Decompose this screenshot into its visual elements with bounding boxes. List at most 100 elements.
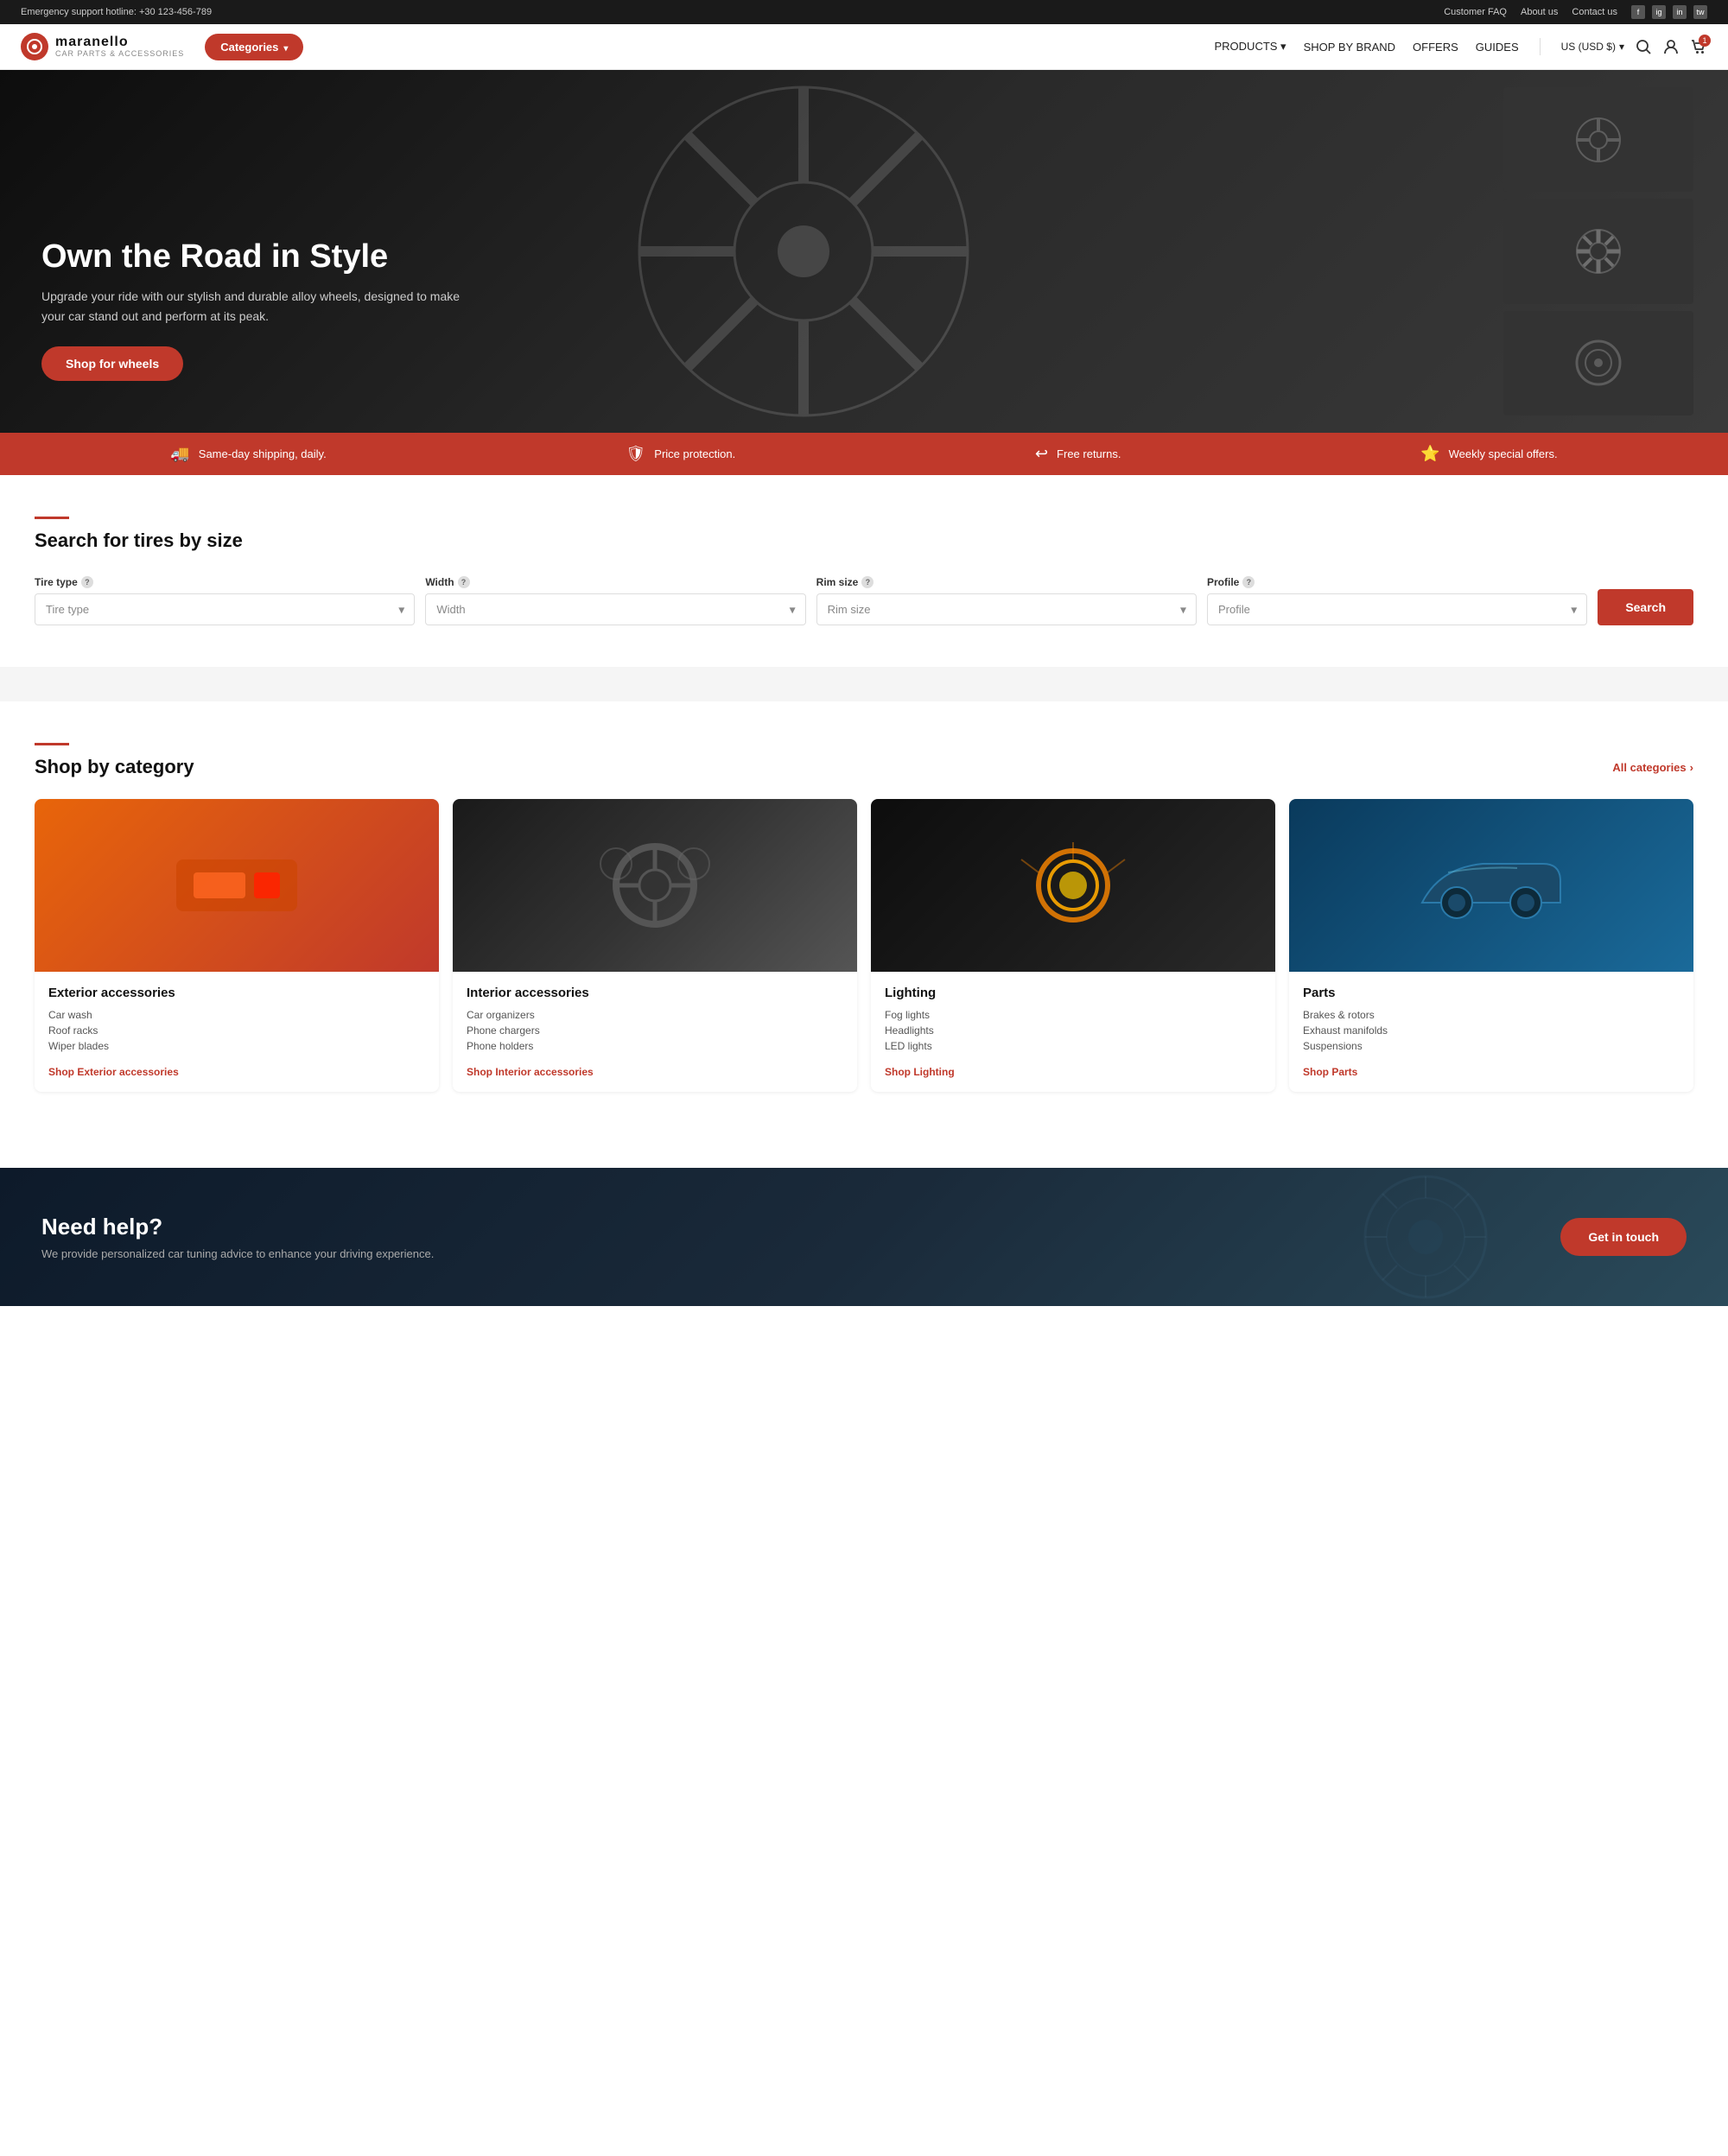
logo-text: maranello CAR PARTS & ACCESSORIES — [55, 35, 184, 58]
top-bar: Emergency support hotline: +30 123-456-7… — [0, 0, 1728, 24]
hero-thumbnails — [1503, 87, 1693, 415]
category-item: Phone chargers — [467, 1023, 843, 1038]
category-item: Exhaust manifolds — [1303, 1023, 1680, 1038]
all-categories-arrow-icon: › — [1690, 761, 1693, 774]
category-img-parts — [1289, 799, 1693, 972]
width-label: Width ? — [425, 576, 805, 588]
category-header: Shop by category All categories › — [35, 756, 1693, 778]
logo-icon — [21, 33, 48, 60]
hero-desc: Upgrade your ride with our stylish and d… — [41, 287, 477, 326]
category-card-exterior: Exterior accessories Car wash Roof racks… — [35, 799, 439, 1092]
category-img-lighting — [871, 799, 1275, 972]
linkedin-icon[interactable]: in — [1673, 5, 1687, 19]
benefit-returns: ↩ Free returns. — [1035, 445, 1121, 463]
tire-type-help-icon[interactable]: ? — [81, 576, 93, 588]
help-section: Need help? We provide personalized car t… — [0, 1168, 1728, 1306]
currency-selector[interactable]: US (USD $) ▾ — [1561, 41, 1624, 53]
facebook-icon[interactable]: f — [1631, 5, 1645, 19]
about-us-link[interactable]: About us — [1521, 7, 1558, 17]
offers-icon: ⭐ — [1420, 445, 1439, 463]
category-items-interior: Car organizers Phone chargers Phone hold… — [467, 1007, 843, 1054]
search-button[interactable]: Search — [1598, 589, 1693, 625]
cart-badge: 1 — [1699, 35, 1711, 47]
tire-search-title: Search for tires by size — [35, 529, 1693, 552]
category-items-exterior: Car wash Roof racks Wiper blades — [48, 1007, 425, 1054]
profile-label: Profile ? — [1207, 576, 1587, 588]
all-categories-link[interactable]: All categories › — [1612, 761, 1693, 774]
nav-guides[interactable]: GUIDES — [1476, 41, 1519, 54]
benefit-offers: ⭐ Weekly special offers. — [1420, 445, 1557, 463]
category-section: Shop by category All categories › Exteri… — [0, 701, 1728, 1133]
profile-group: Profile ? Profile 35404550 556065 ▾ — [1207, 576, 1587, 625]
instagram-icon[interactable]: ig — [1652, 5, 1666, 19]
main-nav: maranello CAR PARTS & ACCESSORIES Catego… — [0, 24, 1728, 70]
benefit-price-text: Price protection. — [654, 447, 735, 460]
tire-type-select-wrapper: Tire type Summer Winter All-season ▾ — [35, 593, 415, 625]
cart-icon[interactable]: 1 — [1690, 38, 1707, 55]
customer-faq-link[interactable]: Customer FAQ — [1444, 7, 1507, 17]
category-name-exterior: Exterior accessories — [48, 986, 425, 1000]
hero-thumb-1[interactable] — [1503, 87, 1693, 192]
tire-type-select[interactable]: Tire type Summer Winter All-season — [35, 593, 415, 625]
profile-select-wrapper: Profile 35404550 556065 ▾ — [1207, 593, 1587, 625]
width-select-wrapper: Width 165175185195 205215225 ▾ — [425, 593, 805, 625]
price-icon: 🛡 — [626, 445, 645, 463]
returns-icon: ↩ — [1035, 445, 1048, 463]
nav-offers[interactable]: OFFERS — [1413, 41, 1458, 54]
nav-right-icons: US (USD $) ▾ 1 — [1561, 38, 1707, 55]
category-title: Shop by category — [35, 756, 194, 778]
categories-chevron-icon — [283, 41, 288, 54]
nav-divider — [1540, 38, 1541, 55]
benefit-price: 🛡 Price protection. — [626, 445, 735, 463]
search-icon[interactable] — [1635, 38, 1652, 55]
shop-exterior-link[interactable]: Shop Exterior accessories — [48, 1066, 179, 1078]
category-item: Car wash — [48, 1007, 425, 1023]
rim-size-group: Rim size ? Rim size 14151617 181920 ▾ — [816, 576, 1197, 625]
tire-type-group: Tire type ? Tire type Summer Winter All-… — [35, 576, 415, 625]
shop-interior-link[interactable]: Shop Interior accessories — [467, 1066, 594, 1078]
hero-thumb-3[interactable] — [1503, 311, 1693, 415]
category-item: Car organizers — [467, 1007, 843, 1023]
shop-lighting-link[interactable]: Shop Lighting — [885, 1066, 955, 1078]
profile-help-icon[interactable]: ? — [1242, 576, 1255, 588]
rim-size-select[interactable]: Rim size 14151617 181920 — [816, 593, 1197, 625]
emergency-text: Emergency support hotline: +30 123-456-7… — [21, 7, 212, 17]
category-card-parts: Parts Brakes & rotors Exhaust manifolds … — [1289, 799, 1693, 1092]
rim-size-help-icon[interactable]: ? — [861, 576, 874, 588]
tire-type-label: Tire type ? — [35, 576, 415, 588]
currency-chevron-icon: ▾ — [1619, 41, 1624, 53]
width-help-icon[interactable]: ? — [458, 576, 470, 588]
width-group: Width ? Width 165175185195 205215225 ▾ — [425, 576, 805, 625]
category-body-parts: Parts Brakes & rotors Exhaust manifolds … — [1289, 972, 1693, 1092]
section-accent — [35, 517, 69, 519]
shop-wheels-button[interactable]: Shop for wheels — [41, 346, 183, 381]
benefit-offers-text: Weekly special offers. — [1449, 447, 1558, 460]
category-item: Roof racks — [48, 1023, 425, 1038]
category-items-lighting: Fog lights Headlights LED lights — [885, 1007, 1261, 1054]
get-in-touch-button[interactable]: Get in touch — [1560, 1218, 1687, 1256]
category-img-interior — [453, 799, 857, 972]
category-body-lighting: Lighting Fog lights Headlights LED light… — [871, 972, 1275, 1092]
twitter-icon[interactable]: tw — [1693, 5, 1707, 19]
benefit-returns-text: Free returns. — [1057, 447, 1121, 460]
category-card-lighting: Lighting Fog lights Headlights LED light… — [871, 799, 1275, 1092]
account-icon[interactable] — [1662, 38, 1680, 55]
nav-links: PRODUCTS ▾ SHOP BY BRAND OFFERS GUIDES — [1215, 40, 1519, 54]
category-card-interior: Interior accessories Car organizers Phon… — [453, 799, 857, 1092]
logo: maranello CAR PARTS & ACCESSORIES — [21, 33, 184, 60]
category-items-parts: Brakes & rotors Exhaust manifolds Suspen… — [1303, 1007, 1680, 1054]
tire-search-section: Search for tires by size Tire type ? Tir… — [0, 475, 1728, 667]
category-item: LED lights — [885, 1038, 1261, 1054]
hero-thumb-2[interactable] — [1503, 199, 1693, 303]
benefits-bar: 🚚 Same-day shipping, daily. 🛡 Price prot… — [0, 433, 1728, 475]
categories-button[interactable]: Categories — [205, 34, 303, 60]
nav-products[interactable]: PRODUCTS ▾ — [1215, 40, 1286, 54]
shop-parts-link[interactable]: Shop Parts — [1303, 1066, 1357, 1078]
category-item: Fog lights — [885, 1007, 1261, 1023]
contact-us-link[interactable]: Contact us — [1572, 7, 1617, 17]
width-select[interactable]: Width 165175185195 205215225 — [425, 593, 805, 625]
profile-select[interactable]: Profile 35404550 556065 — [1207, 593, 1587, 625]
nav-shop-by-brand[interactable]: SHOP BY BRAND — [1304, 41, 1395, 54]
category-item: Wiper blades — [48, 1038, 425, 1054]
hero-content: Own the Road in Style Upgrade your ride … — [0, 238, 518, 381]
